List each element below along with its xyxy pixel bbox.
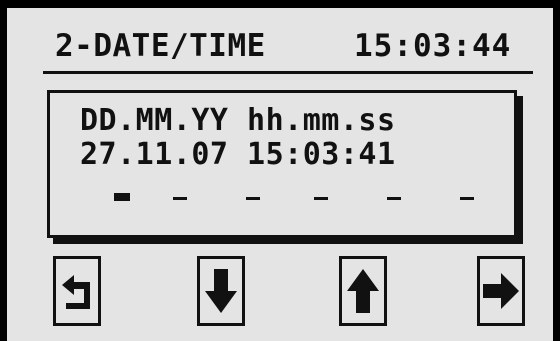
down-arrow-icon	[205, 269, 237, 313]
date-time-value-field[interactable]: 27.11.07 15:03:41	[80, 137, 396, 172]
down-button[interactable]	[197, 256, 245, 326]
lcd-screen: 2-DATE/TIME 15:03:44 DD.MM.YY hh.mm.ss 2…	[7, 8, 553, 341]
page-title: 2-DATE/TIME	[55, 28, 266, 64]
next-button[interactable]	[477, 256, 525, 326]
clock-display: 15:03:44	[354, 28, 512, 64]
up-button[interactable]	[339, 256, 387, 326]
cursor-hour	[314, 197, 328, 200]
date-format-label: DD.MM.YY hh.mm.ss	[80, 103, 396, 138]
cursor-second	[460, 197, 474, 200]
cursor-minute	[387, 197, 401, 200]
softkey-bar	[7, 256, 553, 341]
cursor-month	[173, 197, 187, 200]
cursor-year	[246, 197, 260, 200]
back-button[interactable]	[53, 256, 101, 326]
cursor-day	[114, 193, 130, 201]
back-arrow-icon	[62, 275, 90, 309]
date-time-editor: DD.MM.YY hh.mm.ss 27.11.07 15:03:41	[47, 90, 517, 238]
header-divider	[43, 71, 533, 74]
right-arrow-icon	[483, 273, 519, 309]
up-arrow-icon	[347, 269, 379, 313]
field-cursor-row	[50, 193, 520, 205]
header: 2-DATE/TIME 15:03:44	[7, 8, 553, 78]
